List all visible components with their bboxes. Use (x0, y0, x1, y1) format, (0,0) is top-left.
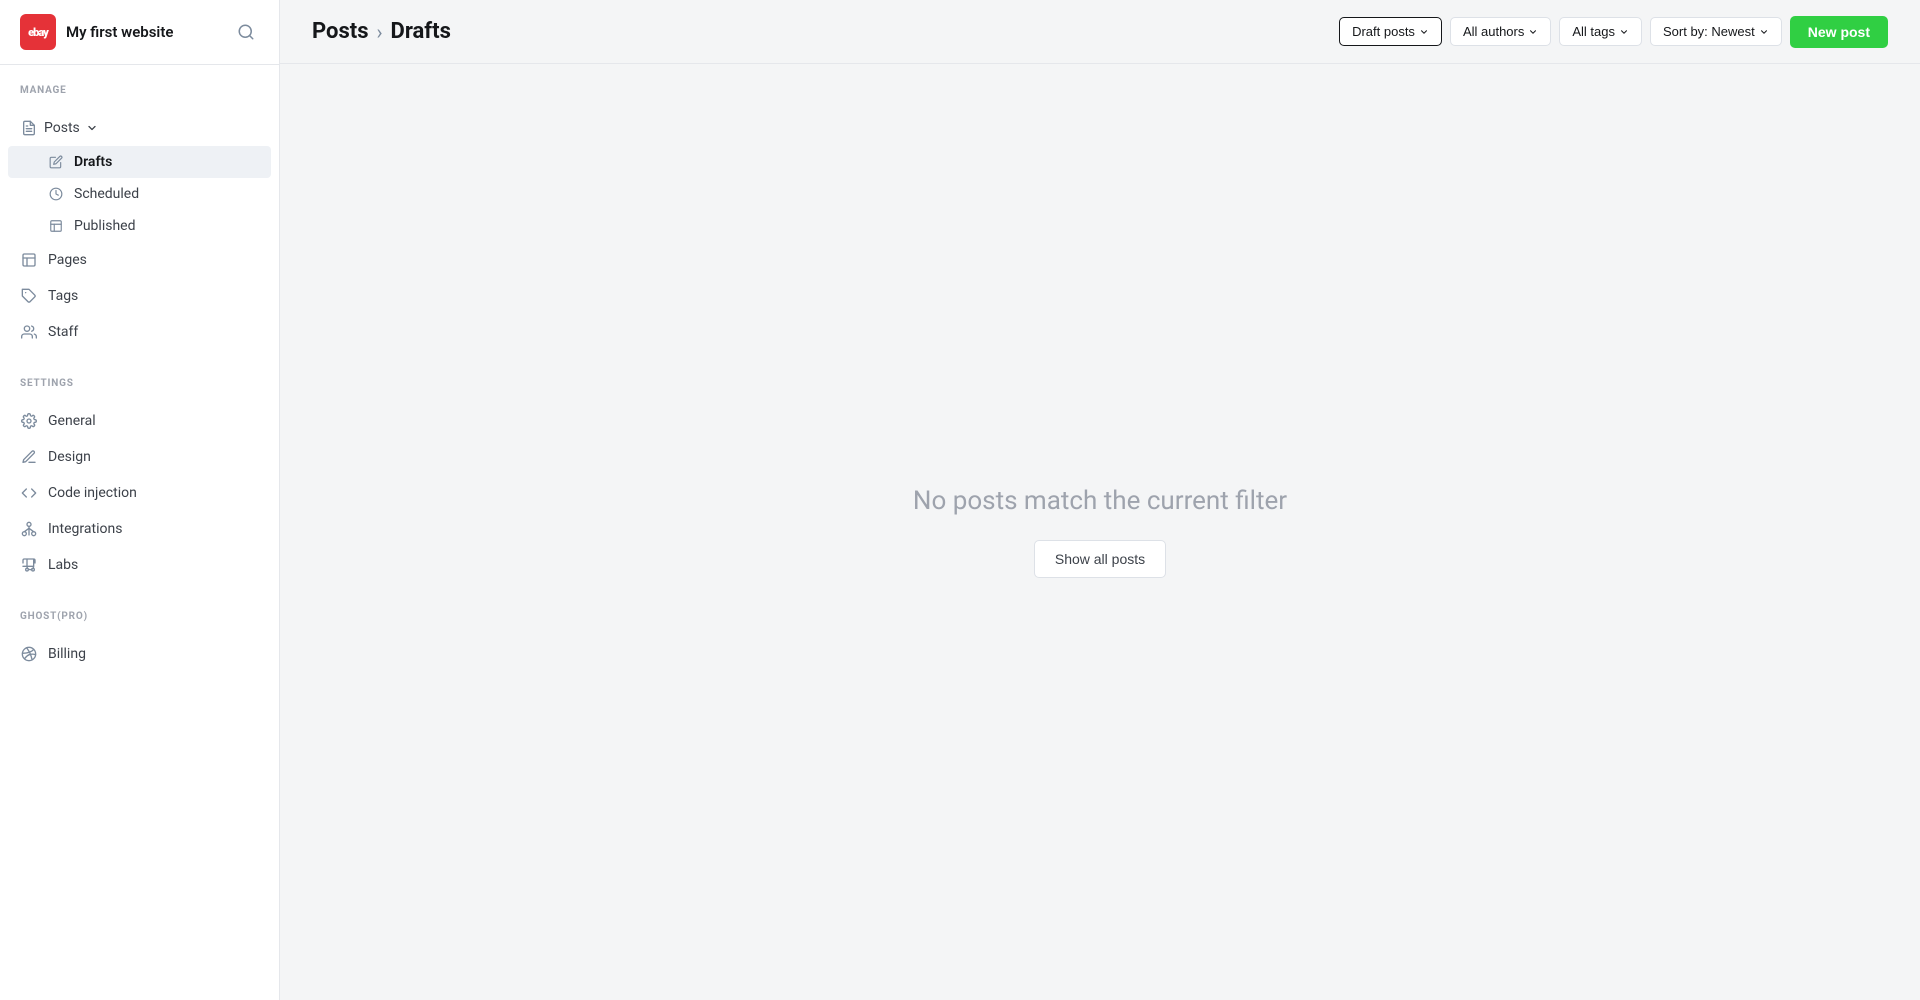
chevron-down-icon (86, 122, 98, 134)
general-label: General (48, 413, 96, 429)
billing-icon (20, 645, 38, 663)
top-bar: Posts › Drafts Draft posts All authors A… (280, 0, 1920, 64)
scheduled-label: Scheduled (74, 186, 139, 202)
show-all-posts-button[interactable]: Show all posts (1034, 540, 1166, 578)
pages-icon (20, 251, 38, 269)
breadcrumb: Posts › Drafts (312, 19, 451, 44)
code-injection-label: Code injection (48, 485, 137, 501)
staff-icon (20, 323, 38, 341)
breadcrumb-separator: › (377, 20, 383, 44)
new-post-button[interactable]: New post (1790, 16, 1888, 48)
integrations-icon (20, 520, 38, 538)
scheduled-icon (48, 186, 64, 202)
code-injection-icon (20, 484, 38, 502)
new-post-label: New post (1808, 24, 1870, 40)
sidebar-item-labs[interactable]: Labs (0, 547, 279, 583)
show-all-label: Show all posts (1055, 551, 1145, 567)
sidebar-item-general[interactable]: General (0, 403, 279, 439)
drafts-label: Drafts (74, 154, 112, 170)
brand[interactable]: ebay My first website (20, 14, 173, 50)
ghost-pro-section-label: GHOST(PRO) (0, 591, 279, 628)
manage-section-label: MANAGE (0, 65, 279, 102)
manage-nav: Posts Drafts (0, 102, 279, 358)
search-button[interactable] (233, 19, 259, 45)
sidebar-item-design[interactable]: Design (0, 439, 279, 475)
sidebar-item-drafts[interactable]: Drafts (8, 146, 271, 178)
draft-posts-label: Draft posts (1352, 24, 1415, 39)
tags-icon (20, 287, 38, 305)
staff-label: Staff (48, 324, 78, 340)
toolbar: Draft posts All authors All tags Sort by… (1339, 16, 1888, 48)
billing-label: Billing (48, 646, 86, 662)
ebay-logo: ebay (20, 14, 56, 50)
drafts-icon (48, 154, 64, 170)
sidebar-item-pages[interactable]: Pages (0, 242, 279, 278)
tags-label: Tags (48, 288, 78, 304)
all-tags-filter[interactable]: All tags (1559, 17, 1642, 46)
sidebar-item-integrations[interactable]: Integrations (0, 511, 279, 547)
sidebar-item-tags[interactable]: Tags (0, 278, 279, 314)
pages-label: Pages (48, 252, 87, 268)
breadcrumb-posts[interactable]: Posts (312, 19, 369, 44)
all-authors-filter[interactable]: All authors (1450, 17, 1551, 46)
sort-chevron-icon (1759, 27, 1769, 37)
settings-section-label: SETTINGS (0, 358, 279, 395)
published-label: Published (74, 218, 135, 234)
sidebar: ebay My first website MANAGE (0, 0, 280, 1000)
posts-sub-nav: Drafts Scheduled (0, 146, 279, 242)
posts-label: Posts (44, 120, 80, 136)
integrations-label: Integrations (48, 521, 122, 537)
main-content: Posts › Drafts Draft posts All authors A… (280, 0, 1920, 1000)
design-label: Design (48, 449, 91, 465)
draft-posts-filter[interactable]: Draft posts (1339, 17, 1442, 46)
published-icon (48, 218, 64, 234)
all-tags-chevron-icon (1619, 27, 1629, 37)
settings-nav: General Design Code injection (0, 395, 279, 591)
sidebar-header: ebay My first website (0, 0, 279, 65)
general-icon (20, 412, 38, 430)
all-authors-label: All authors (1463, 24, 1524, 39)
labs-label: Labs (48, 557, 78, 573)
posts-icon (20, 119, 38, 137)
site-name: My first website (66, 23, 173, 41)
draft-posts-chevron-icon (1419, 27, 1429, 37)
sidebar-item-published[interactable]: Published (0, 210, 279, 242)
sidebar-item-billing[interactable]: Billing (0, 636, 279, 672)
empty-message: No posts match the current filter (913, 486, 1287, 516)
search-icon (237, 23, 255, 41)
sort-label: Sort by: Newest (1663, 24, 1755, 39)
sidebar-item-posts[interactable]: Posts (0, 110, 279, 146)
sort-filter[interactable]: Sort by: Newest (1650, 17, 1782, 46)
sidebar-item-staff[interactable]: Staff (0, 314, 279, 350)
labs-icon (20, 556, 38, 574)
ghost-pro-nav: Billing (0, 628, 279, 680)
breadcrumb-current: Drafts (391, 19, 451, 44)
sidebar-item-scheduled[interactable]: Scheduled (0, 178, 279, 210)
design-icon (20, 448, 38, 466)
all-tags-label: All tags (1572, 24, 1615, 39)
all-authors-chevron-icon (1528, 27, 1538, 37)
sidebar-item-code-injection[interactable]: Code injection (0, 475, 279, 511)
content-area: No posts match the current filter Show a… (280, 64, 1920, 1000)
